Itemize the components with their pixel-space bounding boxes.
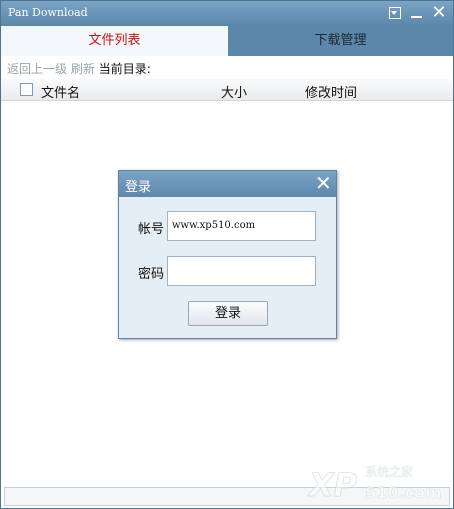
login-dialog: 登录 ✕ 帐号 www.xp510.com 密码 登录	[118, 170, 337, 339]
select-all-checkbox[interactable]	[20, 83, 33, 96]
svg-text:XP: XP	[307, 466, 358, 504]
window-title: Pan Download	[8, 6, 88, 19]
back-button[interactable]: 返回上一级	[7, 62, 67, 76]
account-input[interactable]: www.xp510.com	[167, 211, 316, 241]
login-dialog-title: 登录	[125, 180, 152, 195]
close-icon[interactable]: ✕	[431, 4, 447, 22]
dropdown-menu-icon[interactable]	[387, 5, 403, 21]
file-table-header: 文件名 大小 修改时间	[1, 79, 453, 101]
column-header-name[interactable]: 文件名	[41, 82, 80, 101]
dialog-close-icon[interactable]: ✕	[315, 172, 332, 194]
app-window: Pan Download ✕ 文件列表 下载管理 返回上一级 刷新 当前目录: …	[0, 0, 454, 509]
account-label: 帐号	[138, 222, 165, 237]
login-button[interactable]: 登录	[188, 301, 268, 326]
password-label: 密码	[138, 267, 165, 282]
column-header-size[interactable]: 大小	[221, 82, 247, 101]
current-dir-label: 当前目录:	[98, 62, 151, 76]
title-bar[interactable]: Pan Download ✕	[1, 1, 453, 26]
watermark-logo: XP 系统之家 510.com	[307, 464, 442, 505]
tab-file-list[interactable]: 文件列表	[1, 26, 228, 56]
minimize-icon[interactable]	[409, 5, 425, 21]
tab-download-manager[interactable]: 下载管理	[228, 26, 453, 56]
login-dialog-titlebar[interactable]: 登录 ✕	[119, 171, 336, 197]
toolbar: 返回上一级 刷新 当前目录:	[7, 61, 151, 77]
column-header-modified[interactable]: 修改时间	[305, 82, 357, 101]
svg-text:系统之家: 系统之家	[365, 464, 413, 479]
refresh-button[interactable]: 刷新	[71, 62, 95, 76]
svg-text:510.com: 510.com	[365, 483, 442, 502]
password-input[interactable]	[167, 256, 316, 286]
tab-bar: 文件列表 下载管理	[1, 26, 453, 56]
